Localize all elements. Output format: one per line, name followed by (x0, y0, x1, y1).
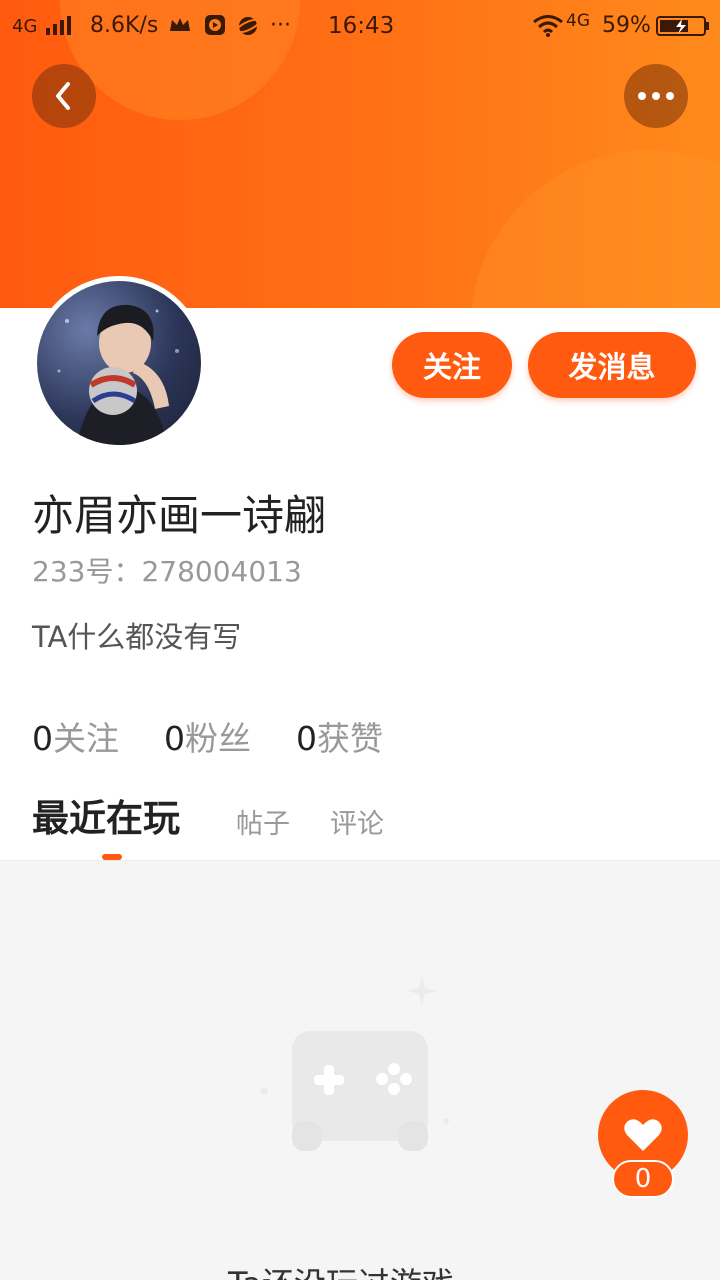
heart-icon (624, 1119, 662, 1151)
signal-icon (44, 15, 74, 41)
follow-button[interactable]: 关注 (392, 332, 512, 398)
stat-likes[interactable]: 0获赞 (296, 712, 383, 760)
user-bio: TA什么都没有写 (32, 620, 242, 654)
avatar[interactable] (32, 276, 206, 450)
profile-header-banner: 4G 8.6K/s ··· 16:43 4G 59% (0, 0, 720, 308)
profile-tabs: 最近在玩 帖子 评论 (0, 788, 720, 860)
username: 亦眉亦画一诗翩 (32, 491, 327, 540)
back-button[interactable] (32, 64, 96, 128)
clock: 16:43 (328, 13, 395, 39)
profile-page: 4G 8.6K/s ··· 16:43 4G 59% 关注 发消息 亦眉亦画一诗… (0, 0, 720, 1280)
fans-count: 0 (164, 719, 185, 758)
mobile-data-indicator: 4G (566, 11, 590, 31)
stat-fans[interactable]: 0粉丝 (164, 712, 251, 760)
avatar-image (37, 281, 201, 445)
user-id: 233号：278004013 (32, 555, 302, 588)
more-button[interactable] (624, 64, 688, 128)
likes-count: 0 (296, 719, 317, 758)
battery-charging-icon (656, 15, 710, 43)
tab-comments[interactable]: 评论 (330, 802, 384, 841)
gamepad-icon (250, 971, 460, 1175)
video-player-icon (204, 14, 226, 42)
more-horizontal-icon (638, 92, 674, 100)
network-speed: 8.6K/s (90, 13, 159, 38)
chevron-left-icon (56, 82, 70, 110)
network-type: 4G (12, 16, 38, 37)
crown-icon (168, 15, 192, 41)
fans-label: 粉丝 (185, 719, 251, 758)
browser-icon (235, 14, 261, 44)
banner-decoration (470, 150, 720, 308)
tab-posts[interactable]: 帖子 (236, 802, 290, 841)
send-message-button[interactable]: 发消息 (528, 332, 696, 398)
likes-label: 获赞 (317, 719, 383, 758)
tab-recently-played[interactable]: 最近在玩 (32, 788, 180, 842)
stat-following[interactable]: 0关注 (32, 712, 119, 760)
following-count: 0 (32, 719, 53, 758)
tab-content: Ta还没玩过游戏 (0, 860, 720, 1280)
empty-state-message: Ta还没玩过游戏 (228, 1259, 454, 1280)
wifi-icon (532, 15, 564, 43)
battery-percent: 59% (602, 13, 651, 38)
status-bar: 4G 8.6K/s ··· 16:43 4G 59% (0, 0, 720, 52)
more-notifications: ··· (270, 13, 291, 38)
following-label: 关注 (53, 719, 119, 758)
like-count-badge: 0 (612, 1160, 674, 1198)
